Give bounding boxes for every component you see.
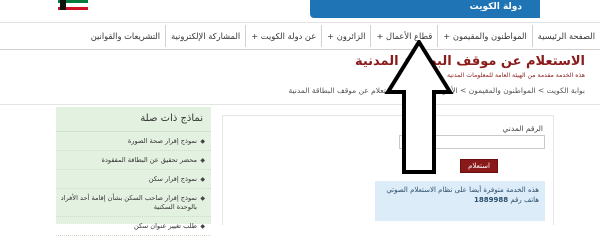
sidebar-title: نماذج ذات صلة bbox=[56, 107, 211, 132]
sidebar-item-label[interactable]: طلب تغيير عنوان سكن bbox=[134, 222, 197, 230]
civil-id-label: الرقم المدني bbox=[502, 124, 543, 133]
sidebar-item[interactable]: ◆ محضر تحقيق عن البطاقة المفقودة bbox=[56, 156, 211, 170]
nav-item-visitors[interactable]: الزائرون + bbox=[321, 25, 370, 47]
sidebar-item-label[interactable]: محضر تحقيق عن البطاقة المفقودة bbox=[102, 156, 197, 164]
main-nav: الصفحة الرئيسية المواطنون والمقيمون + قط… bbox=[28, 24, 600, 48]
bullet-icon: ◆ bbox=[200, 223, 205, 230]
related-forms-sidebar: نماذج ذات صلة ◆ نموذج إقرار صحة الصورة ◆… bbox=[56, 107, 211, 236]
sidebar-item-label[interactable]: نموذج إقرار سكن bbox=[149, 175, 197, 183]
info-text: هذه الخدمة متوفرة أيضا على نظام الاستعلا… bbox=[386, 186, 539, 204]
sidebar-item-label[interactable]: نموذج إقرار صاحب السكن بشأن إقامة أحد ال… bbox=[61, 194, 197, 211]
info-box: هذه الخدمة متوفرة أيضا على نظام الاستعلا… bbox=[375, 181, 545, 221]
nav-divider bbox=[0, 49, 600, 50]
sidebar-item-label[interactable]: نموذج إقرار صحة الصورة bbox=[128, 137, 197, 145]
sidebar-item[interactable]: ◆ طلب تغيير عنوان سكن bbox=[56, 222, 211, 236]
sidebar-item[interactable]: ◆ نموذج إقرار صاحب السكن بشأن إقامة أحد … bbox=[56, 194, 211, 217]
up-arrow-icon bbox=[384, 40, 454, 174]
info-phone: 1889988 bbox=[474, 196, 509, 204]
sidebar-item[interactable]: ◆ نموذج إقرار سكن bbox=[56, 175, 211, 189]
bullet-icon: ◆ bbox=[200, 195, 205, 202]
sidebar-item[interactable]: ◆ نموذج إقرار صحة الصورة bbox=[56, 137, 211, 151]
inquiry-button[interactable]: استعلام bbox=[460, 159, 498, 173]
bullet-icon: ◆ bbox=[200, 176, 205, 183]
page-subtitle: هذه الخدمة مقدمة من الهيئة العامة للمعلو… bbox=[446, 72, 585, 79]
nav-item-about[interactable]: عن دولة الكويت + bbox=[245, 25, 321, 47]
bullet-icon: ◆ bbox=[200, 157, 205, 164]
nav-item-home[interactable]: الصفحة الرئيسية bbox=[531, 25, 600, 47]
header-divider bbox=[0, 22, 600, 23]
nav-item-legislation[interactable]: التشريعات والقوانين bbox=[86, 25, 165, 47]
site-name[interactable]: دولة الكويت bbox=[470, 0, 522, 14]
breadcrumb-divider bbox=[0, 104, 600, 105]
bullet-icon: ◆ bbox=[200, 138, 205, 145]
nav-item-participation[interactable]: المشاركة الإلكترونية bbox=[165, 25, 245, 47]
flag-hoist-icon bbox=[60, 0, 66, 10]
top-header: دولة الكويت bbox=[0, 0, 600, 22]
